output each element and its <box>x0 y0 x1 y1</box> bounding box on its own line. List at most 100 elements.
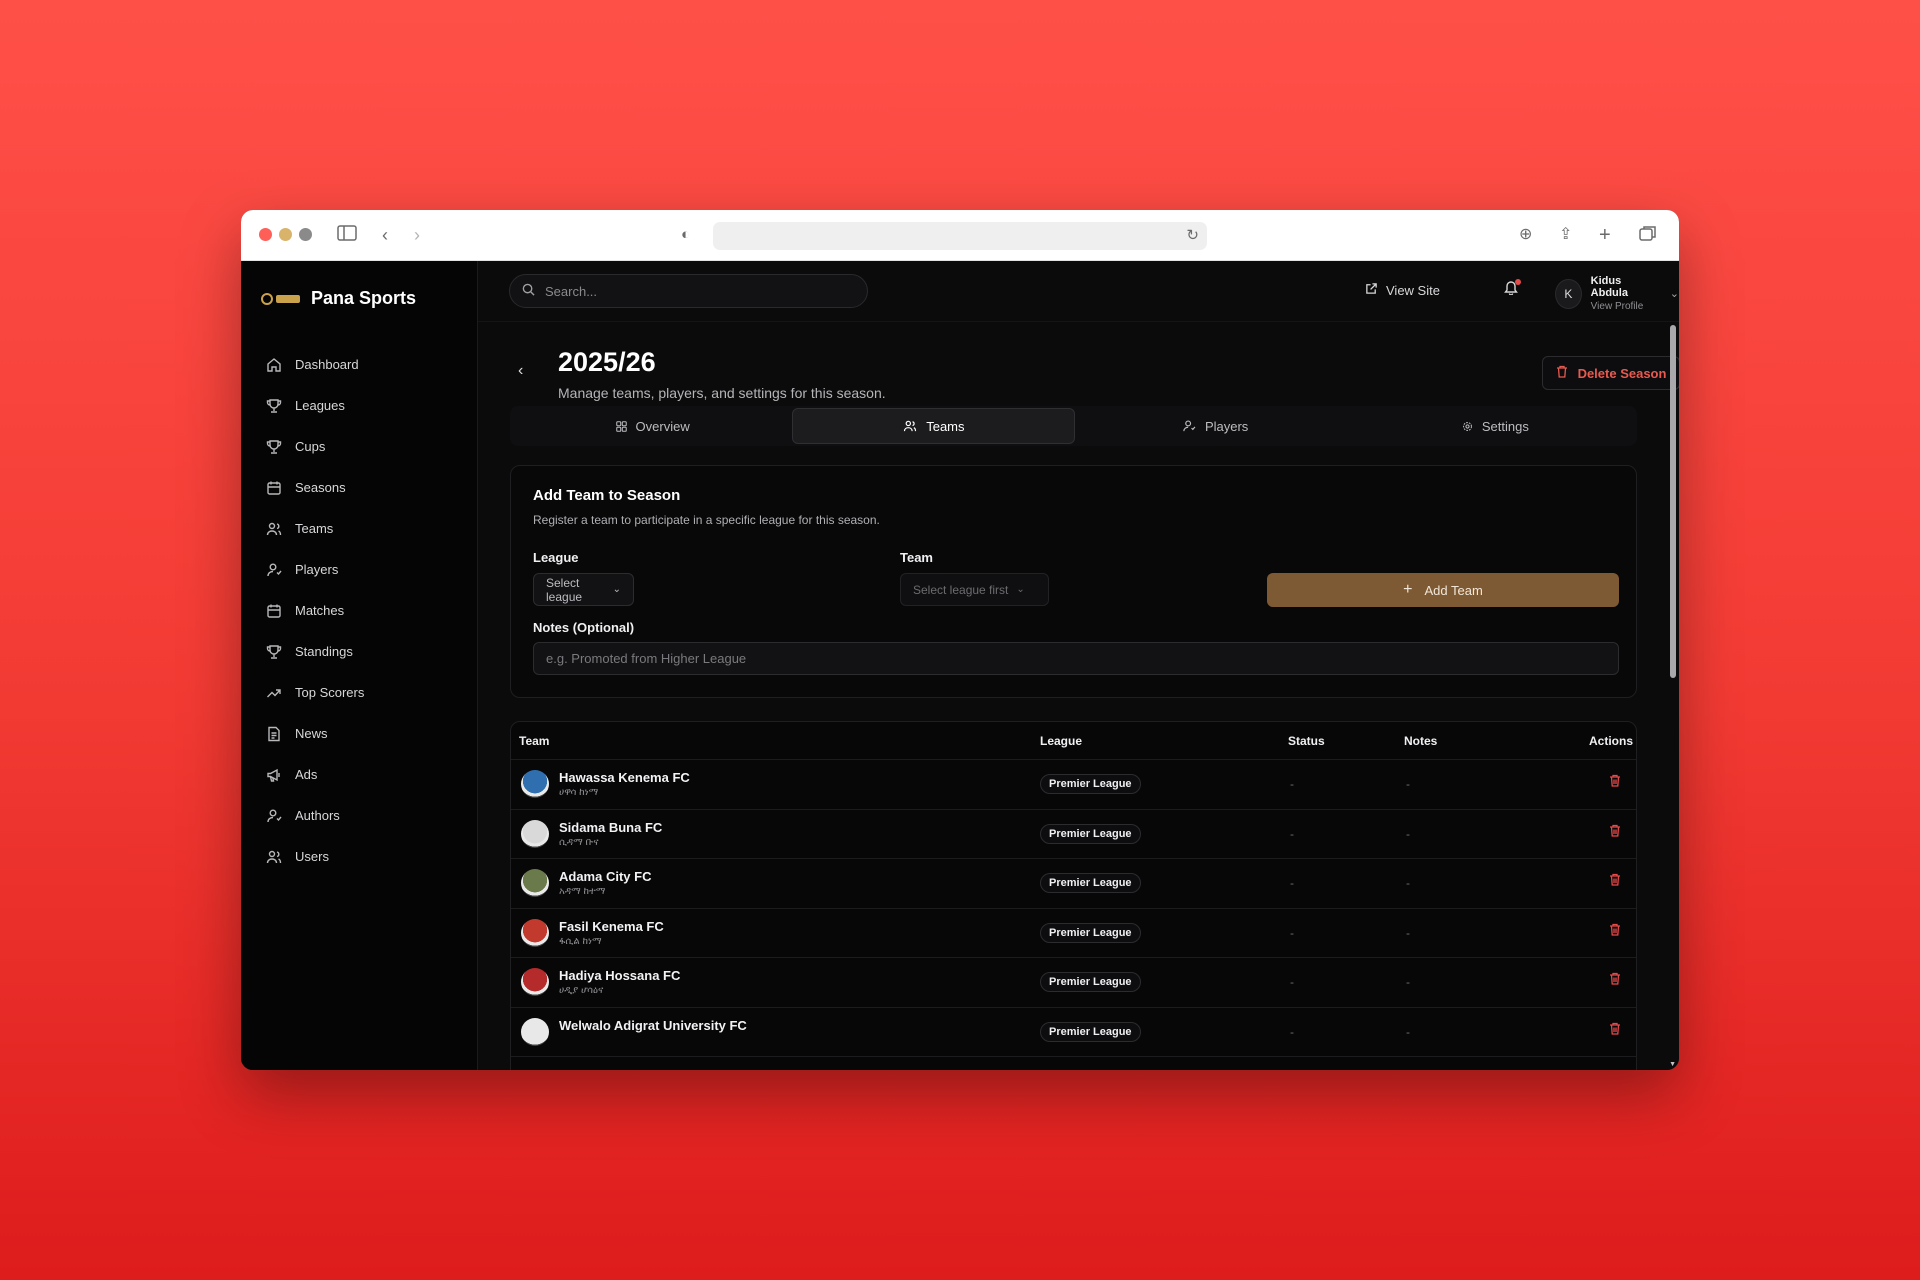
status-value: - <box>1290 826 1294 841</box>
document-icon <box>265 725 283 743</box>
table-row: Welwalo Adigrat University FC Premier Lea… <box>511 1008 1636 1057</box>
team-crest-icon <box>521 968 549 996</box>
trophy-icon <box>265 438 283 456</box>
notes-value: - <box>1406 975 1410 989</box>
address-bar[interactable]: ↻ <box>713 222 1207 250</box>
sidebar-item-news[interactable]: News <box>265 713 364 754</box>
trash-icon[interactable] <box>1609 774 1621 790</box>
trash-icon[interactable] <box>1609 873 1621 889</box>
sidebar-item-players[interactable]: Players <box>265 549 364 590</box>
tab-label: Settings <box>1481 418 1529 434</box>
status-value: - <box>1290 975 1294 989</box>
status-value: - <box>1290 777 1294 791</box>
close-window-button[interactable] <box>259 228 272 241</box>
maximize-window-button[interactable] <box>299 228 312 241</box>
team-name: Sidama Buna FC <box>559 819 663 835</box>
search-box[interactable] <box>509 274 868 308</box>
share-icon[interactable]: ⇪ <box>1559 224 1572 246</box>
tabs-overview-icon[interactable] <box>1639 224 1657 246</box>
notes-value: - <box>1406 925 1410 940</box>
profile-menu[interactable]: K Kidus Abdula View Profile ⌄ <box>1555 275 1679 312</box>
download-icon[interactable]: ⊕ <box>1519 224 1532 246</box>
profile-sub: View Profile <box>1590 301 1644 312</box>
sidebar-item-users[interactable]: Users <box>265 836 364 877</box>
sidebar-item-authors[interactable]: Authors <box>265 795 364 836</box>
delete-season-button[interactable]: Delete Season <box>1542 356 1679 390</box>
add-team-button[interactable]: + Add Team <box>1267 573 1619 607</box>
gear-icon <box>1462 420 1473 431</box>
brand[interactable]: Pana Sports <box>261 288 416 309</box>
search-input[interactable] <box>545 283 845 299</box>
tab-settings[interactable]: Settings <box>1355 408 1635 444</box>
sidebar-item-standings[interactable]: Standings <box>265 631 364 672</box>
topbar: View Site K Kidus Abdula View Profile ⌄ <box>478 261 1679 322</box>
league-badge: Premier League <box>1040 1021 1141 1042</box>
team-select[interactable]: Select league first ⌄ <box>900 573 1049 606</box>
back-nav-icon[interactable]: ‹ <box>382 224 388 246</box>
user-icon <box>265 807 283 825</box>
team-name-amharic: ሀዲያ ሆሳዕና <box>559 985 604 996</box>
brand-logo <box>261 292 301 306</box>
new-tab-icon[interactable]: + <box>1599 224 1611 246</box>
minimize-window-button[interactable] <box>279 228 292 241</box>
notification-bell-icon[interactable] <box>1504 279 1521 299</box>
add-team-title: Add Team to Season <box>533 487 681 504</box>
league-badge: Premier League <box>1040 873 1141 893</box>
team-name: Fasil Kenema FC <box>559 918 664 934</box>
notes-value: - <box>1406 1024 1410 1039</box>
team-name: Hawassa Kenema FC <box>559 770 690 785</box>
team-name-amharic: አዳማ ከተማ <box>559 886 606 897</box>
view-site-label: View Site <box>1386 282 1440 298</box>
megaphone-icon <box>265 766 283 784</box>
team-crest-icon <box>521 918 549 947</box>
sidebar-item-label: Players <box>295 562 339 577</box>
sidebar-item-dashboard[interactable]: Dashboard <box>265 344 364 385</box>
sidebar-item-teams[interactable]: Teams <box>265 508 364 549</box>
tab-players[interactable]: Players <box>1075 408 1355 444</box>
team-name: Adama City FC <box>559 869 652 884</box>
tab-overview[interactable]: Overview <box>512 408 792 444</box>
delete-season-label: Delete Season <box>1577 365 1667 381</box>
calendar-icon <box>265 479 283 497</box>
sidebar-item-leagues[interactable]: Leagues <box>265 385 364 426</box>
sidebar-toggle-icon[interactable] <box>337 224 357 246</box>
sidebar-item-label: Ads <box>295 767 318 782</box>
sidebar-item-ads[interactable]: Ads <box>265 754 364 795</box>
add-team-card: Add Team to Season Register a team to pa… <box>510 465 1637 698</box>
team-name-amharic: ሀዋሳ ከነማ <box>559 787 599 798</box>
sidebar-item-top-scorers[interactable]: Top Scorers <box>265 672 364 713</box>
team-crest-icon <box>521 819 549 848</box>
trash-icon[interactable] <box>1609 923 1621 939</box>
table-row: Hadiya Hossana FC ሀዲያ ሆሳዕና Premier League -… <box>511 958 1636 1008</box>
league-label: League <box>533 550 579 565</box>
table-row: Hawassa Kenema FC ሀዋሳ ከነማ Premier League - - <box>511 760 1636 810</box>
sidebar-item-cups[interactable]: Cups <box>265 426 364 467</box>
forward-nav-icon[interactable]: › <box>414 224 420 246</box>
back-arrow-icon[interactable]: ‹ <box>518 362 523 380</box>
col-notes: Notes <box>1404 734 1438 748</box>
league-select-value: Select league <box>546 575 583 604</box>
team-name: Welwalo Adigrat University FC <box>559 1017 747 1033</box>
sidebar-item-matches[interactable]: Matches <box>265 590 364 631</box>
view-site-link[interactable]: View Site <box>1365 282 1440 298</box>
sidebar-item-label: Teams <box>295 521 334 536</box>
trash-icon[interactable] <box>1609 972 1621 988</box>
plus-icon: + <box>1403 581 1413 598</box>
shield-icon[interactable]: ◐ <box>681 224 690 246</box>
scroll-down-arrow-icon[interactable]: ▼ <box>1669 1061 1676 1068</box>
season-teams-table: Team League Status Notes Actions Hawassa… <box>510 721 1637 1070</box>
sidebar-item-label: Top Scorers <box>295 685 365 700</box>
col-team: Team <box>519 734 550 748</box>
reload-icon[interactable]: ↻ <box>1186 226 1199 244</box>
sidebar-item-seasons[interactable]: Seasons <box>265 467 364 508</box>
page-subtitle: Manage teams, players, and settings for … <box>558 385 886 401</box>
table-row: Sidama Buna FC ሲዳማ ቡና Premier League - - <box>511 810 1636 859</box>
tab-teams[interactable]: Teams <box>792 408 1075 444</box>
trash-icon[interactable] <box>1609 824 1621 840</box>
notes-input[interactable] <box>533 642 1619 675</box>
league-select[interactable]: Select league ⌄ <box>533 573 634 606</box>
tab-label: Players <box>1204 418 1249 434</box>
scrollbar-thumb[interactable] <box>1670 325 1676 678</box>
season-tabs: Overview Teams Players Settings <box>510 406 1637 446</box>
trash-icon[interactable] <box>1609 1022 1621 1038</box>
